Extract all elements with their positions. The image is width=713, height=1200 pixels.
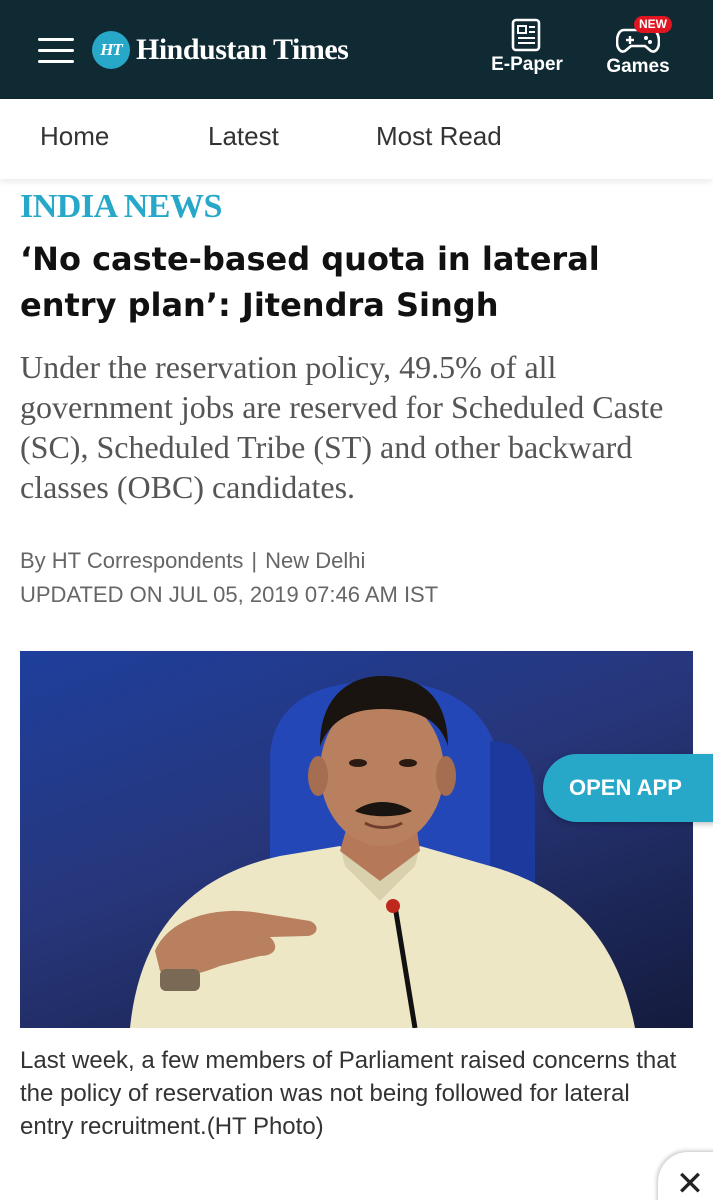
newspaper-icon <box>511 18 541 52</box>
open-app-button[interactable]: OPEN APP <box>543 754 713 822</box>
byline-separator: | <box>251 548 258 573</box>
new-badge: NEW <box>634 16 672 33</box>
nav-item-home[interactable]: Home <box>40 121 109 152</box>
nav-item-latest[interactable]: Latest <box>208 121 279 152</box>
byline: By HT Correspondents | New Delhi <box>20 548 365 574</box>
epaper-button[interactable]: E-Paper <box>488 18 566 76</box>
section-nav: Home Latest Most Read <box>0 99 713 179</box>
section-label[interactable]: INDIA NEWS <box>20 188 222 226</box>
close-icon[interactable]: ✕ <box>658 1152 713 1200</box>
nav-item-most-read[interactable]: Most Read <box>376 121 502 152</box>
byline-location: New Delhi <box>265 548 366 573</box>
article-headline: ‘No caste-based quota in lateral entry p… <box>20 240 600 324</box>
hamburger-menu-icon[interactable] <box>38 38 74 64</box>
article-photo <box>20 651 693 1028</box>
byline-author[interactable]: By HT Correspondents <box>20 548 243 573</box>
games-label: Games <box>606 56 670 77</box>
image-caption: Last week, a few members of Parliament r… <box>20 1047 677 1140</box>
logo-text: Hindustan Times <box>136 33 349 66</box>
top-header: HT Hindustan Times E-Paper NEW Games <box>0 0 713 99</box>
article-summary: Under the reservation policy, 49.5% of a… <box>20 349 664 505</box>
site-logo[interactable]: HT Hindustan Times <box>92 30 349 70</box>
games-button[interactable]: NEW Games <box>602 16 674 78</box>
logo-badge: HT <box>92 31 130 69</box>
updated-timestamp: UPDATED ON JUL 05, 2019 07:46 AM IST <box>20 582 439 607</box>
epaper-label: E-Paper <box>491 54 563 75</box>
